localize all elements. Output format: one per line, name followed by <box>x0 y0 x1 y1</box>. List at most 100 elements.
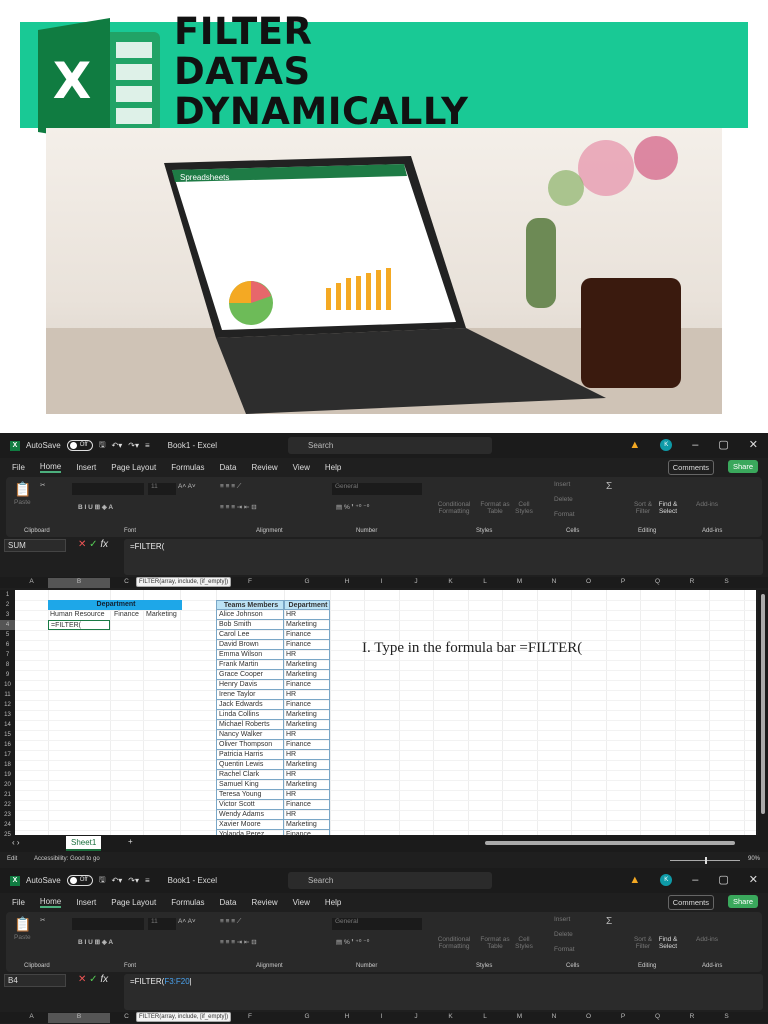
department-option-cell[interactable]: Human Resource <box>48 610 112 620</box>
format-cells-button[interactable]: Format <box>554 511 575 518</box>
number-format-select[interactable]: General <box>332 918 422 930</box>
row-header[interactable]: 9 <box>0 670 15 680</box>
enter-icon[interactable]: ✓ <box>89 974 97 985</box>
tab-home[interactable]: Home <box>39 462 62 473</box>
member-name-cell[interactable]: Jack Edwards <box>216 700 284 710</box>
member-department-cell[interactable]: HR <box>284 650 330 660</box>
row-header[interactable]: 1 <box>0 590 15 600</box>
tab-page-layout[interactable]: Page Layout <box>111 463 156 472</box>
number-format-icons[interactable]: ▤ % ❜ ⁺⁰ ⁻⁰ <box>336 503 369 511</box>
member-name-cell[interactable]: Teresa Young <box>216 790 284 800</box>
format-cells-button[interactable]: Format <box>554 946 575 953</box>
member-name-cell[interactable]: Michael Roberts <box>216 720 284 730</box>
cancel-icon[interactable]: ✕ <box>78 974 86 985</box>
member-department-cell[interactable]: Finance <box>284 830 330 835</box>
tab-formulas[interactable]: Formulas <box>171 463 204 472</box>
share-button[interactable]: Share <box>727 895 758 908</box>
tab-view[interactable]: View <box>293 898 310 907</box>
accessibility-status[interactable]: Accessibility: Good to go <box>34 856 100 862</box>
row-header[interactable]: 2 <box>0 600 15 610</box>
member-department-cell[interactable]: HR <box>284 610 330 620</box>
warning-icon[interactable]: ▲ <box>629 439 640 451</box>
column-header-Q[interactable]: Q <box>640 1013 675 1020</box>
font-size-select[interactable]: 11 <box>148 483 176 495</box>
customize-icon[interactable]: ≡ <box>145 441 150 450</box>
bold-button[interactable]: B I U ⊞ ◈ A <box>78 503 113 511</box>
add-sheet-icon[interactable]: + <box>128 837 133 846</box>
tab-insert[interactable]: Insert <box>76 898 96 907</box>
autosave-toggle[interactable]: Off <box>66 875 93 886</box>
column-header-M[interactable]: M <box>502 578 537 585</box>
cell-styles-button[interactable]: Cell Styles <box>512 501 536 515</box>
tab-file[interactable]: File <box>12 898 25 907</box>
column-header-K[interactable]: K <box>433 578 468 585</box>
row-header[interactable]: 8 <box>0 660 15 670</box>
warning-icon[interactable]: ▲ <box>629 874 640 886</box>
column-header-R[interactable]: R <box>675 1013 709 1020</box>
format-as-table-button[interactable]: Format as Table <box>478 501 512 515</box>
conditional-formatting-button[interactable]: Conditional Formatting <box>432 501 476 515</box>
member-department-cell[interactable]: HR <box>284 730 330 740</box>
member-name-cell[interactable]: Frank Martin <box>216 660 284 670</box>
member-name-cell[interactable]: Patricia Harris <box>216 750 284 760</box>
font-name-select[interactable] <box>72 483 144 495</box>
add-ins-button[interactable]: Add-ins <box>696 501 718 508</box>
name-box[interactable]: SUM <box>4 539 66 552</box>
row-header[interactable]: 12 <box>0 700 15 710</box>
zoom-slider-thumb[interactable] <box>705 857 707 864</box>
column-header-S[interactable]: S <box>709 578 744 585</box>
column-header-B[interactable]: B <box>48 1013 110 1023</box>
horizontal-scrollbar[interactable] <box>485 841 735 845</box>
column-header-A[interactable]: A <box>15 1013 48 1020</box>
row-header[interactable]: 3 <box>0 610 15 620</box>
bold-button[interactable]: B I U ⊞ ◈ A <box>78 938 113 946</box>
row-header[interactable]: 13 <box>0 710 15 720</box>
member-name-cell[interactable]: Linda Collins <box>216 710 284 720</box>
member-name-cell[interactable]: Henry Davis <box>216 680 284 690</box>
avatar[interactable]: K <box>660 438 673 451</box>
member-name-cell[interactable]: Alice Johnson <box>216 610 284 620</box>
member-department-cell[interactable]: Marketing <box>284 760 330 770</box>
row-header[interactable]: 20 <box>0 780 15 790</box>
member-department-cell[interactable]: Marketing <box>284 620 330 630</box>
cell-styles-button[interactable]: Cell Styles <box>512 936 536 950</box>
column-header-I[interactable]: I <box>364 1013 399 1020</box>
minimize-button[interactable]: – <box>692 874 698 886</box>
row-header[interactable]: 15 <box>0 730 15 740</box>
tab-help[interactable]: Help <box>325 898 341 907</box>
font-name-select[interactable] <box>72 918 144 930</box>
insert-cells-button[interactable]: Insert <box>554 481 570 488</box>
search-input[interactable]: Search <box>288 437 492 454</box>
column-header-N[interactable]: N <box>537 578 571 585</box>
tab-home[interactable]: Home <box>39 897 62 908</box>
row-header[interactable]: 23 <box>0 810 15 820</box>
row-header[interactable]: 19 <box>0 770 15 780</box>
save-icon[interactable]: 🖫 <box>99 439 106 453</box>
member-name-cell[interactable]: Oliver Thompson <box>216 740 284 750</box>
grow-font-icon[interactable]: A˄ A˅ <box>178 483 196 490</box>
member-name-cell[interactable]: Samuel King <box>216 780 284 790</box>
restore-button[interactable]: ▢ <box>718 438 728 451</box>
column-header-J[interactable]: J <box>399 1013 433 1020</box>
row-header[interactable]: 14 <box>0 720 15 730</box>
member-department-cell[interactable]: Finance <box>284 630 330 640</box>
redo-icon[interactable]: ↷▾ <box>128 441 139 450</box>
member-department-cell[interactable]: HR <box>284 690 330 700</box>
align-top-icons[interactable]: ≡ ≡ ≡ ⟋ <box>220 483 241 491</box>
enter-icon[interactable]: ✓ <box>89 539 97 550</box>
tab-data[interactable]: Data <box>220 463 237 472</box>
align-top-icons[interactable]: ≡ ≡ ≡ ⟋ <box>220 918 241 926</box>
sort-filter-button[interactable]: Sort & Filter <box>632 936 654 950</box>
autosum-icon[interactable]: Σ <box>606 916 612 927</box>
table-header-department[interactable]: Department <box>284 600 330 610</box>
row-header[interactable]: 4 <box>0 620 15 630</box>
member-department-cell[interactable]: HR <box>284 810 330 820</box>
member-name-cell[interactable]: Wendy Adams <box>216 810 284 820</box>
vertical-scrollbar[interactable] <box>758 590 768 835</box>
row-header[interactable]: 22 <box>0 800 15 810</box>
member-department-cell[interactable]: Marketing <box>284 720 330 730</box>
column-header-P[interactable]: P <box>606 1013 640 1020</box>
align-horizontal-icons[interactable]: ≡ ≡ ≡ ⇥ ⇤ ⊟ <box>220 503 257 511</box>
paste-button[interactable]: Paste <box>14 499 31 506</box>
row-header[interactable]: 17 <box>0 750 15 760</box>
